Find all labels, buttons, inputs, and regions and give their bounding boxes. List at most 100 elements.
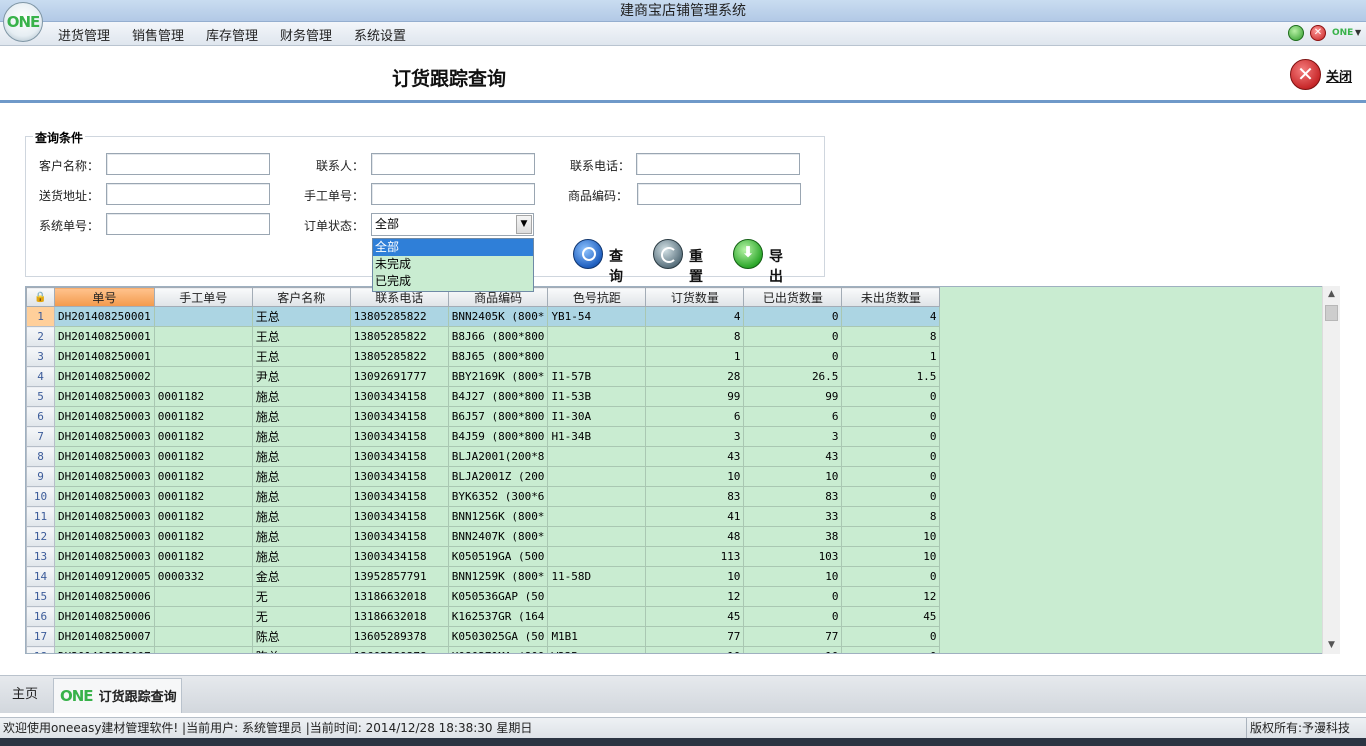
table-row[interactable]: 8 DH201408250003 0001182 施总 13003434158 BLJA2… xyxy=(26,446,941,467)
option-incomplete[interactable]: 未完成 xyxy=(373,256,533,273)
cell-color-no: I1-53B xyxy=(547,386,647,407)
table-row[interactable]: 18DH201408250007 陈总13605289378K080271MA (… xyxy=(26,646,941,653)
row-index[interactable]: 16 xyxy=(26,606,55,627)
menu-settings[interactable]: 系统设置 xyxy=(354,25,406,44)
row-index[interactable]: 14 xyxy=(26,566,55,587)
phone-input[interactable] xyxy=(636,153,800,175)
col-header-ordered-qty[interactable]: 订货数量 xyxy=(645,287,745,307)
table-row[interactable]: 9 DH201408250003 0001182 施总 13003434158 BLJA2… xyxy=(26,466,941,487)
table-row[interactable]: 2 DH201408250001 王总 13805285822 B8J66 (800*8… xyxy=(26,326,941,347)
row-index[interactable]: 2 xyxy=(26,326,55,347)
table-row[interactable]: 10 DH201408250003 0001182 施总 13003434158 BYK6… xyxy=(26,486,941,507)
menu-sales[interactable]: 销售管理 xyxy=(132,25,184,44)
table-row[interactable]: 17 DH201408250007 陈总 13605289378 K0503025GA … xyxy=(26,626,941,647)
row-index[interactable]: 13 xyxy=(26,546,55,567)
row-index[interactable]: 10 xyxy=(26,486,55,507)
reset-icon[interactable] xyxy=(653,239,683,269)
table-row[interactable]: 15 DH201408250006 无 13186632018 K050536GAP (… xyxy=(26,586,941,607)
row-index[interactable]: 9 xyxy=(26,466,55,487)
close-icon[interactable]: ✕ xyxy=(1290,59,1321,90)
row-index[interactable]: 6 xyxy=(26,406,55,427)
order-grid[interactable]: 🔒 单号 手工单号 客户名称 联系电话 商品编码 色号抗距 订货数量 已出货数量… xyxy=(25,286,1340,654)
table-row[interactable]: 6 DH201408250003 0001182 施总 13003434158 B6J57… xyxy=(26,406,941,427)
scroll-down-icon[interactable]: ▼ xyxy=(1323,637,1340,654)
tab-home[interactable]: 主页 xyxy=(12,678,38,713)
tab-order-tracking[interactable]: ONE 订货跟踪查询 xyxy=(53,678,182,713)
cell-phone: 13805285822 xyxy=(349,346,449,367)
col-header-customer[interactable]: 客户名称 xyxy=(251,287,351,307)
address-input[interactable] xyxy=(106,183,270,205)
cell-customer: 施总 xyxy=(251,406,351,427)
product-code-input[interactable] xyxy=(637,183,801,205)
table-row[interactable]: 12 DH201408250003 0001182 施总 13003434158 BNN2… xyxy=(26,526,941,547)
manual-no-input[interactable] xyxy=(371,183,535,205)
table-row[interactable]: 5 DH201408250003 0001182 施总 13003434158 B4J27… xyxy=(26,386,941,407)
row-index[interactable]: 11 xyxy=(26,506,55,527)
table-row[interactable]: 14 DH201409120005 0000332 金总 13952857791 BNN1… xyxy=(26,566,941,587)
cell-manual-no: 0000332 xyxy=(153,566,253,587)
row-index[interactable]: 18 xyxy=(26,646,55,653)
option-all[interactable]: 全部 xyxy=(373,239,533,256)
cell-product-code: B8J65 (800*800 xyxy=(447,346,549,367)
row-index[interactable]: 12 xyxy=(26,526,55,547)
row-index[interactable]: 5 xyxy=(26,386,55,407)
chevron-down-icon[interactable]: ▼ xyxy=(516,215,532,234)
cell-manual-no xyxy=(153,646,253,653)
table-row[interactable]: 3 DH201408250001 王总 13805285822 B8J65 (800*8… xyxy=(26,346,941,367)
app-logo[interactable]: ONE xyxy=(3,2,43,42)
table-row[interactable]: 4 DH201408250002 尹总 13092691777 BBY2169K (80… xyxy=(26,366,941,387)
cell-manual-no xyxy=(153,366,253,387)
table-row[interactable]: 7 DH201408250003 0001182 施总 13003434158 B4J59… xyxy=(26,426,941,447)
table-row[interactable]: 13 DH201408250003 0001182 施总 13003434158 K050… xyxy=(26,546,941,567)
row-index[interactable]: 3 xyxy=(26,346,55,367)
cell-order-no: DH201408250003 xyxy=(54,486,155,507)
scroll-thumb[interactable] xyxy=(1325,305,1338,321)
search-icon[interactable] xyxy=(573,239,603,269)
col-header-shipped-qty[interactable]: 已出货数量 xyxy=(743,287,843,307)
customer-name-input[interactable] xyxy=(106,153,270,175)
row-index[interactable]: 7 xyxy=(26,426,55,447)
cell-customer: 施总 xyxy=(251,526,351,547)
option-complete[interactable]: 已完成 xyxy=(373,273,533,290)
col-header-color-no[interactable]: 色号抗距 xyxy=(547,287,647,307)
col-header-manual-no[interactable]: 手工单号 xyxy=(153,287,253,307)
cell-customer: 施总 xyxy=(251,466,351,487)
order-status-select[interactable]: 全部 ▼ xyxy=(371,213,534,236)
cell-customer: 王总 xyxy=(251,306,351,327)
close-label[interactable]: 关闭 xyxy=(1326,66,1352,85)
row-index[interactable]: 1 xyxy=(26,306,55,327)
system-no-input[interactable] xyxy=(106,213,270,235)
table-row[interactable]: 1 DH201408250001 王总 13805285822 BNN2405K (80… xyxy=(26,306,941,327)
menu-purchase[interactable]: 进货管理 xyxy=(58,25,110,44)
lock-icon[interactable]: 🔒 xyxy=(26,287,55,307)
search-label[interactable]: 查询 xyxy=(609,246,623,286)
export-label[interactable]: 导出 xyxy=(769,246,783,286)
cell-phone: 13003434158 xyxy=(349,526,449,547)
cell-product-code: K050536GAP (50 xyxy=(447,586,549,607)
close-button[interactable]: ✕ 关闭 xyxy=(1290,59,1360,91)
exit-icon[interactable]: ✕ xyxy=(1310,25,1326,41)
table-row[interactable]: 16 DH201408250006 无 13186632018 K162537GR (1… xyxy=(26,606,941,627)
cell-color-no xyxy=(547,546,647,567)
grid-scrollbar[interactable]: ▲ ▼ xyxy=(1322,286,1340,654)
cell-shipped-qty: 43 xyxy=(743,446,843,467)
export-icon[interactable] xyxy=(733,239,763,269)
table-row[interactable]: 11 DH201408250003 0001182 施总 13003434158 BNN1… xyxy=(26,506,941,527)
col-header-order-no[interactable]: 单号 xyxy=(54,287,155,307)
reset-label[interactable]: 重置 xyxy=(689,246,703,286)
cell-shipped-qty: 10 xyxy=(743,466,843,487)
contact-input[interactable] xyxy=(371,153,535,175)
col-header-pending-qty[interactable]: 未出货数量 xyxy=(841,287,941,307)
row-index[interactable]: 4 xyxy=(26,366,55,387)
scroll-up-icon[interactable]: ▲ xyxy=(1323,286,1340,303)
status-online-icon[interactable] xyxy=(1288,25,1304,41)
cell-color-no: I1-57B xyxy=(547,366,647,387)
row-index[interactable]: 17 xyxy=(26,626,55,647)
brand-mini-icon[interactable]: ONE xyxy=(1332,25,1353,41)
chevron-down-icon[interactable]: ▼ xyxy=(1355,25,1361,41)
row-index[interactable]: 15 xyxy=(26,586,55,607)
menu-finance[interactable]: 财务管理 xyxy=(280,25,332,44)
menu-inventory[interactable]: 库存管理 xyxy=(206,25,258,44)
row-index[interactable]: 8 xyxy=(26,446,55,467)
cell-phone: 13003434158 xyxy=(349,406,449,427)
